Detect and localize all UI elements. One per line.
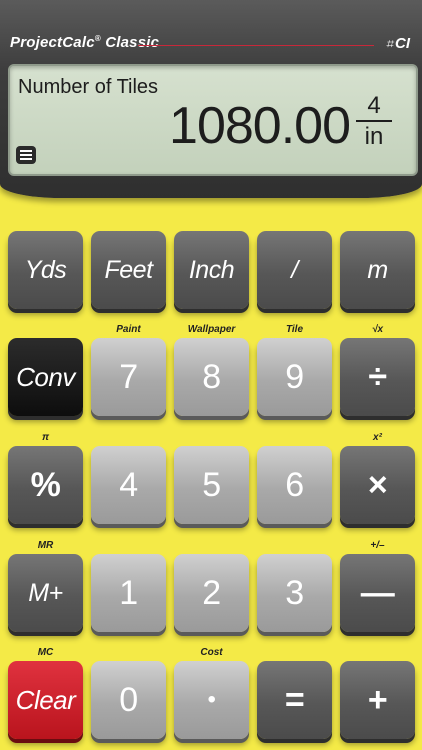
display-fraction: 4 in [354, 92, 394, 152]
percent-label: % [30, 465, 61, 504]
menu-icon[interactable] [16, 146, 36, 164]
ci-logo: ⌗ CI [386, 35, 410, 52]
inch-button[interactable]: Inch [174, 231, 249, 309]
logo-mark-icon: ⌗ [385, 36, 393, 51]
percent-button[interactable]: % [8, 446, 83, 524]
minus-label: — [360, 573, 395, 612]
mr-sublabel: MR [37, 540, 54, 551]
registered-mark: ® [94, 34, 101, 43]
display-value: 1080.00 [169, 97, 351, 155]
fraction-denominator: in [364, 123, 384, 150]
slash-label: / [291, 255, 298, 284]
multiply-button[interactable]: × [340, 446, 415, 524]
fraction-slash-button[interactable]: / [257, 231, 332, 309]
x-squared-sublabel: x² [373, 432, 382, 443]
decimal-point-label: • [207, 686, 216, 713]
meter-button[interactable]: m [340, 231, 415, 309]
wallpaper-sublabel: Wallpaper [187, 324, 236, 335]
plus-label: + [367, 680, 388, 719]
digit-5-button[interactable]: 5 [174, 446, 249, 524]
digit-0-button[interactable]: 0 [91, 661, 166, 739]
model-name: Classic [105, 34, 160, 51]
digit-5-label: 5 [202, 465, 221, 504]
equals-button[interactable]: = [257, 661, 332, 739]
m-plus-label: M+ [28, 578, 63, 607]
meter-label: m [367, 255, 388, 284]
cost-sublabel: Cost [200, 647, 223, 658]
digit-1-label: 1 [119, 573, 138, 612]
yds-button[interactable]: Yds [8, 231, 83, 309]
digit-4-button[interactable]: 4 [91, 446, 166, 524]
fraction-numerator: 4 [367, 92, 381, 119]
plus-minus-sublabel: +/– [370, 540, 385, 551]
feet-label: Feet [104, 255, 153, 284]
digit-7-button[interactable]: 7 [91, 338, 166, 416]
logo-text: CI [395, 35, 410, 52]
digit-1-button[interactable]: 1 [91, 554, 166, 632]
digit-6-button[interactable]: 6 [257, 446, 332, 524]
display-panel: Number of Tiles 1080.00 4 in [8, 64, 418, 176]
minus-button[interactable]: — [340, 554, 415, 632]
plus-button[interactable]: + [340, 661, 415, 739]
digit-8-button[interactable]: 8 [174, 338, 249, 416]
digit-2-label: 2 [202, 573, 221, 612]
digit-9-button[interactable]: 9 [257, 338, 332, 416]
clear-button[interactable]: Clear [8, 661, 83, 739]
digit-3-label: 3 [285, 573, 304, 612]
conv-label: Conv [16, 361, 75, 392]
m-plus-button[interactable]: M+ [8, 554, 83, 632]
header: ProjectCalc® Classic ⌗ CI Number of Tiles… [0, 0, 422, 198]
digit-0-label: 0 [119, 680, 138, 719]
feet-button[interactable]: Feet [91, 231, 166, 309]
digit-4-label: 4 [119, 465, 138, 504]
digit-6-label: 6 [285, 465, 304, 504]
display-label: Number of Tiles [18, 76, 159, 98]
divide-button[interactable]: ÷ [340, 338, 415, 416]
digit-2-button[interactable]: 2 [174, 554, 249, 632]
digit-7-label: 7 [119, 357, 138, 396]
brand-name: ProjectCalc [10, 34, 95, 51]
pi-sublabel: π [41, 432, 50, 443]
digit-8-label: 8 [202, 357, 221, 396]
clear-label: Clear [15, 684, 76, 715]
digit-9-label: 9 [285, 357, 304, 396]
inch-label: Inch [188, 255, 235, 284]
yds-label: Yds [24, 255, 67, 284]
tile-sublabel: Tile [285, 324, 304, 335]
sqrt-sublabel: √x [371, 324, 384, 335]
brand-divider [138, 45, 374, 46]
paint-sublabel: Paint [116, 324, 141, 335]
multiply-label: × [367, 465, 388, 504]
equals-label: = [284, 680, 305, 719]
mc-sublabel: MC [37, 647, 54, 658]
decimal-point-button[interactable]: • [174, 661, 249, 739]
conv-button[interactable]: Conv [8, 338, 83, 416]
digit-3-button[interactable]: 3 [257, 554, 332, 632]
brand-title: ProjectCalc® Classic [10, 34, 159, 51]
divide-label: ÷ [368, 357, 387, 396]
